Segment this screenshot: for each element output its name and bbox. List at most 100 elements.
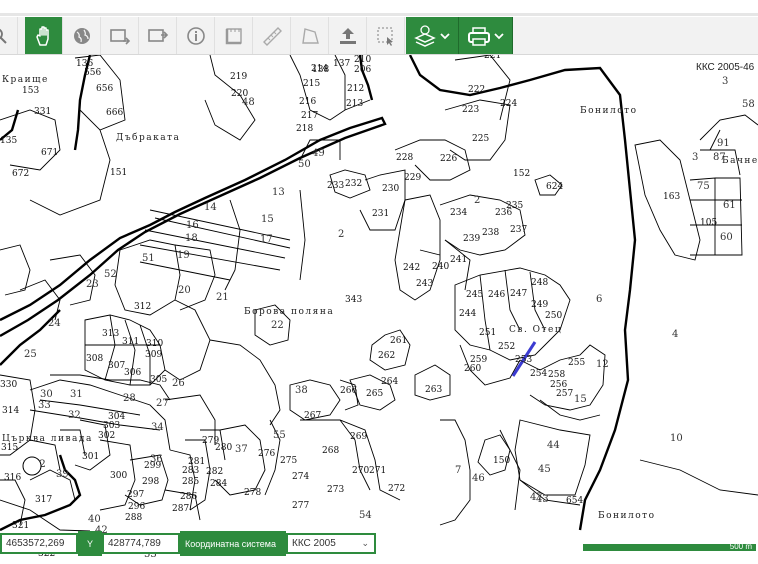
x-coordinate-field[interactable]: 4653572,269	[0, 533, 78, 554]
parcel-number: 230	[382, 184, 399, 194]
parcel-number: 46	[472, 473, 485, 484]
measure-polygon-button[interactable]	[291, 17, 329, 54]
parcel-number: 22	[271, 320, 284, 331]
coordinate-system-select[interactable]: ККС 2005 ⌄	[286, 533, 376, 554]
parcel-number: 31	[70, 389, 83, 400]
parcel-number: 285	[182, 477, 199, 487]
coordinate-system-value: ККС 2005	[292, 538, 336, 549]
select-button[interactable]	[367, 17, 405, 54]
cadastral-map[interactable]: Дъбраката Борова поляна Бонилото Бонилот…	[0, 0, 758, 564]
parcel-number: 244	[459, 309, 476, 319]
parcel-number: 264	[381, 377, 398, 387]
parcel-number: 666	[106, 108, 123, 118]
parcel-number: 206	[354, 65, 371, 75]
parcel-number: 307	[108, 361, 125, 371]
parcel-number: 50	[298, 159, 311, 170]
top-strip	[0, 0, 758, 17]
pan-button[interactable]	[25, 17, 63, 54]
parcel-number: 313	[102, 329, 119, 339]
parcel-number: 15	[261, 214, 274, 225]
parcel-number: 296	[128, 502, 145, 512]
parcel-number: 250	[545, 311, 562, 321]
parcel-number: 17	[260, 234, 273, 245]
parcel-number: 239	[463, 234, 480, 244]
y-coordinate-field[interactable]: 428774,789	[102, 533, 180, 554]
parcel-number: 261	[390, 336, 407, 346]
parcel-number: 271	[369, 466, 386, 476]
parcel-number: 288	[125, 513, 142, 523]
parcel-number: 308	[86, 354, 103, 364]
parcel-number: 671	[41, 148, 58, 158]
parcel-number: 47	[530, 492, 543, 503]
parcel-number: 16	[186, 220, 199, 231]
globe-button[interactable]	[63, 17, 101, 54]
parcel-number: 210	[354, 55, 371, 65]
parcel-number: 343	[345, 295, 362, 305]
parcel-number: 7	[455, 465, 461, 476]
parcel-number: 310	[146, 339, 163, 349]
parcel-number: 267	[304, 411, 321, 421]
parcel-number: 251	[479, 328, 496, 338]
parcel-number: 55	[273, 430, 286, 441]
parcel-number: 24	[48, 318, 61, 329]
parcel-number: 311	[122, 337, 139, 347]
parcel-number: 136	[76, 59, 93, 69]
parcel-number: 654	[566, 496, 583, 506]
parcel-number: 51	[142, 253, 155, 264]
parcel-number: 315	[1, 443, 18, 453]
info-button[interactable]	[177, 17, 215, 54]
parcel-number: 54	[359, 510, 372, 521]
circle-marker	[22, 456, 42, 476]
parcel-number: 304	[108, 412, 125, 422]
layers-icon	[414, 24, 450, 47]
parcel-number: 2	[474, 195, 480, 206]
parcel-number: 276	[258, 449, 275, 459]
parcel-number: 27	[156, 398, 169, 409]
parcel-number: 275	[280, 456, 297, 466]
printer-icon	[467, 26, 504, 46]
magnifier-icon	[0, 28, 7, 44]
upload-button[interactable]	[329, 17, 367, 54]
parcel-number: 21	[216, 292, 229, 303]
place-label: Дъбраката	[116, 132, 180, 143]
map-toolbar	[0, 17, 758, 55]
next-extent-icon	[147, 28, 168, 42]
parcel-number: 40	[88, 514, 101, 525]
print-button[interactable]	[459, 17, 513, 54]
measure-area-button[interactable]	[215, 17, 253, 54]
parcel-number: 213	[346, 99, 363, 109]
parcel-number: 268	[322, 446, 339, 456]
parcel-number: 245	[466, 290, 483, 300]
parcel-number: 314	[2, 406, 19, 416]
parcel-number: 34	[151, 422, 164, 433]
parcel-number: 3	[692, 152, 698, 163]
parcel-number: 270	[352, 466, 369, 476]
parcel-number: 25	[24, 349, 37, 360]
parcel-number: 151	[110, 168, 127, 178]
next-extent-button[interactable]	[139, 17, 177, 54]
previous-extent-button[interactable]	[101, 17, 139, 54]
parcel-number: 48	[242, 97, 255, 108]
parcel-number: 260	[464, 364, 481, 374]
parcel-number: 10	[670, 433, 683, 444]
parcel-number: 266	[340, 386, 357, 396]
parcel-number: 249	[531, 300, 548, 310]
parcel-number: 282	[206, 467, 223, 477]
zoom-out-button[interactable]	[0, 17, 18, 54]
parcel-number: 105	[700, 218, 717, 228]
parcel-number: 321	[12, 521, 29, 531]
measure-length-button[interactable]	[253, 17, 291, 54]
parcel-number: 60	[720, 232, 733, 243]
parcel-number: 37	[235, 444, 248, 455]
parcel-number: 18	[185, 233, 198, 244]
layers-button[interactable]	[406, 17, 459, 54]
parcel-number: 6	[596, 294, 602, 305]
parcel-number: 223	[462, 105, 479, 115]
place-label: Краище	[2, 75, 49, 85]
parcel-number: 273	[327, 485, 344, 495]
parcel-number: 556	[84, 68, 101, 78]
place-label: Борова поляна	[244, 307, 334, 317]
parcel-number: 277	[292, 501, 309, 511]
parcel-number: 12	[596, 359, 609, 370]
parcel-number: 228	[396, 153, 413, 163]
